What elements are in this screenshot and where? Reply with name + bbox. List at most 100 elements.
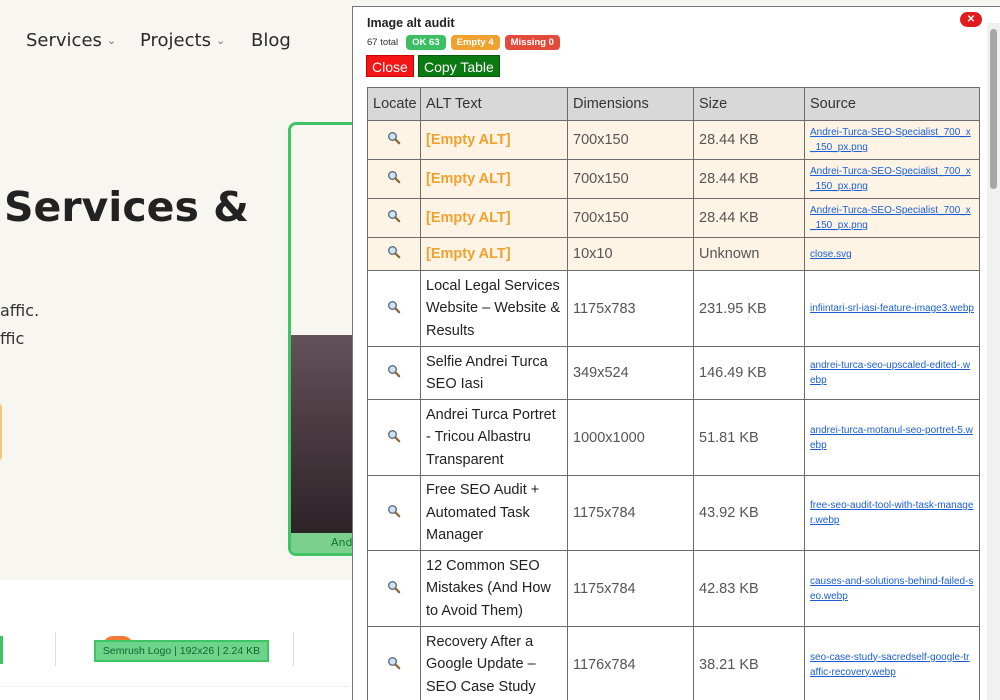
table-row: Andrei Turca Portret - Tricou Albastru T…	[367, 399, 980, 476]
hero-title: Services &	[4, 183, 249, 231]
scrollbar[interactable]	[987, 23, 1000, 700]
alt-text-cell: [Empty ALT]	[420, 237, 568, 271]
magnifier-icon[interactable]	[387, 209, 401, 223]
size-cell: 43.92 KB	[693, 475, 805, 551]
size-cell: 42.83 KB	[693, 550, 805, 627]
alt-text-cell: [Empty ALT]	[420, 120, 568, 160]
close-button[interactable]: Close	[366, 55, 414, 77]
table-row: [Empty ALT] 700x150 28.44 KB Andrei-Turca-S…	[367, 159, 980, 199]
hero-photo	[291, 335, 357, 539]
logo-highlight-edge	[0, 636, 3, 664]
close-icon[interactable]: ✕	[960, 12, 982, 27]
source-link[interactable]: andrei-turca-seo-upscaled-edited-.webp	[810, 360, 970, 386]
source-link[interactable]: infiintari-srl-iasi-feature-image3.webp	[810, 303, 974, 314]
source-cell: Andrei-Turca-SEO-Specialist_700_x_150_px…	[804, 159, 980, 199]
stats-bar: 67 total OK 63 Empty 4 Missing 0	[367, 34, 560, 50]
dimensions-cell: 1175x784	[567, 550, 694, 627]
logo-divider	[55, 632, 56, 666]
column-header-locate: Locate	[367, 87, 421, 121]
source-cell: seo-case-study-sacredself-google-traffic…	[804, 626, 980, 700]
alt-text-cell: Andrei Turca Portret - Tricou Albastru T…	[420, 399, 568, 476]
logo-divider	[293, 632, 294, 666]
alt-audit-panel: Image alt audit ✕ 67 total OK 63 Empty 4…	[352, 6, 1000, 700]
size-cell: 38.21 KB	[693, 626, 805, 700]
table-row: Free SEO Audit + Automated Task Manager 1…	[367, 475, 980, 551]
locate-cell	[367, 399, 421, 476]
empty-alt-label: [Empty ALT]	[426, 209, 511, 226]
nav-item-blog[interactable]: Blog	[251, 30, 291, 51]
locate-cell	[367, 237, 421, 271]
empty-alt-label: [Empty ALT]	[426, 245, 511, 262]
hero-image-highlight: Andre	[288, 122, 360, 556]
alt-text-cell: Recovery After a Google Update – SEO Cas…	[420, 626, 568, 700]
source-cell: infiintari-srl-iasi-feature-image3.webp	[804, 270, 980, 347]
empty-alt-label: [Empty ALT]	[426, 170, 511, 187]
alt-text: Recovery After a Google Update – SEO Cas…	[426, 633, 536, 695]
magnifier-icon[interactable]	[387, 580, 401, 594]
missing-badge: Missing 0	[504, 34, 560, 50]
table-header-row: Locate ALT Text Dimensions Size Source	[367, 87, 980, 121]
source-link[interactable]: causes-and-solutions-behind-failed-seo.w…	[810, 576, 973, 602]
dimensions-cell: 10x10	[567, 237, 694, 271]
scrollbar-thumb[interactable]	[990, 29, 997, 189]
table-row: 12 Common SEO Mistakes (And How to Avoid…	[367, 550, 980, 627]
nav-item-label: Projects	[140, 30, 211, 51]
locate-cell	[367, 346, 421, 400]
table-body: [Empty ALT] 700x150 28.44 KB Andrei-Turca-S…	[367, 120, 980, 700]
magnifier-icon[interactable]	[387, 170, 401, 184]
empty-badge: Empty 4	[450, 34, 500, 50]
alt-text-cell: Local Legal Services Website – Website &…	[420, 270, 568, 347]
copy-table-button[interactable]: Copy Table	[418, 55, 500, 77]
semrush-logo-caption: Semrush Logo | 192x26 | 2.24 KB	[94, 640, 269, 662]
column-header-dimensions: Dimensions	[567, 87, 694, 121]
locate-cell	[367, 198, 421, 238]
magnifier-icon[interactable]	[387, 504, 401, 518]
magnifier-icon[interactable]	[387, 131, 401, 145]
size-cell: 28.44 KB	[693, 159, 805, 199]
size-cell: 28.44 KB	[693, 198, 805, 238]
magnifier-icon[interactable]	[387, 364, 401, 378]
dimensions-cell: 1000x1000	[567, 399, 694, 476]
source-link[interactable]: andrei-turca-motanul-seo-portret-5.webp	[810, 425, 973, 451]
hero-cta-button[interactable]	[0, 402, 2, 462]
panel-title: Image alt audit	[367, 16, 455, 30]
total-count: 67 total	[367, 36, 399, 48]
source-link[interactable]: Andrei-Turca-SEO-Specialist_700_x_150_px…	[810, 166, 971, 192]
source-cell: Andrei-Turca-SEO-Specialist_700_x_150_px…	[804, 198, 980, 238]
alt-text-cell: Selfie Andrei Turca SEO Iasi	[420, 346, 568, 400]
alt-text-cell: [Empty ALT]	[420, 198, 568, 238]
source-link[interactable]: Andrei-Turca-SEO-Specialist_700_x_150_px…	[810, 205, 971, 231]
table-row: Selfie Andrei Turca SEO Iasi 349x524 146.4…	[367, 346, 980, 400]
size-cell: 146.49 KB	[693, 346, 805, 400]
dimensions-cell: 1176x784	[567, 626, 694, 700]
source-link[interactable]: close.svg	[810, 249, 852, 260]
empty-alt-label: [Empty ALT]	[426, 131, 511, 148]
dimensions-cell: 700x150	[567, 159, 694, 199]
nav-item-projects[interactable]: Projects ⌄	[140, 30, 225, 51]
table-row: Local Legal Services Website – Website &…	[367, 270, 980, 347]
magnifier-icon[interactable]	[387, 656, 401, 670]
alt-text: 12 Common SEO Mistakes (And How to Avoid…	[426, 557, 551, 619]
magnifier-icon[interactable]	[387, 245, 401, 259]
source-cell: andrei-turca-seo-upscaled-edited-.webp	[804, 346, 980, 400]
source-link[interactable]: seo-case-study-sacredself-google-traffic…	[810, 652, 970, 678]
locate-cell	[367, 270, 421, 347]
alt-text-cell: 12 Common SEO Mistakes (And How to Avoid…	[420, 550, 568, 627]
ok-badge: OK 63	[406, 34, 446, 50]
size-cell: Unknown	[693, 237, 805, 271]
locate-cell	[367, 159, 421, 199]
source-link[interactable]: Andrei-Turca-SEO-Specialist_700_x_150_px…	[810, 127, 971, 153]
source-link[interactable]: free-seo-audit-tool-with-task-manager.we…	[810, 500, 973, 526]
locate-cell	[367, 626, 421, 700]
size-cell: 28.44 KB	[693, 120, 805, 160]
hero-image-caption: Andre	[291, 533, 357, 553]
dimensions-cell: 1175x783	[567, 270, 694, 347]
source-cell: andrei-turca-motanul-seo-portret-5.webp	[804, 399, 980, 476]
magnifier-icon[interactable]	[387, 300, 401, 314]
nav-item-services[interactable]: Services ⌄	[26, 30, 116, 51]
locate-cell	[367, 550, 421, 627]
alt-text-cell: [Empty ALT]	[420, 159, 568, 199]
magnifier-icon[interactable]	[387, 429, 401, 443]
locate-cell	[367, 120, 421, 160]
table-row: [Empty ALT] 10x10 Unknown close.svg	[367, 237, 980, 271]
